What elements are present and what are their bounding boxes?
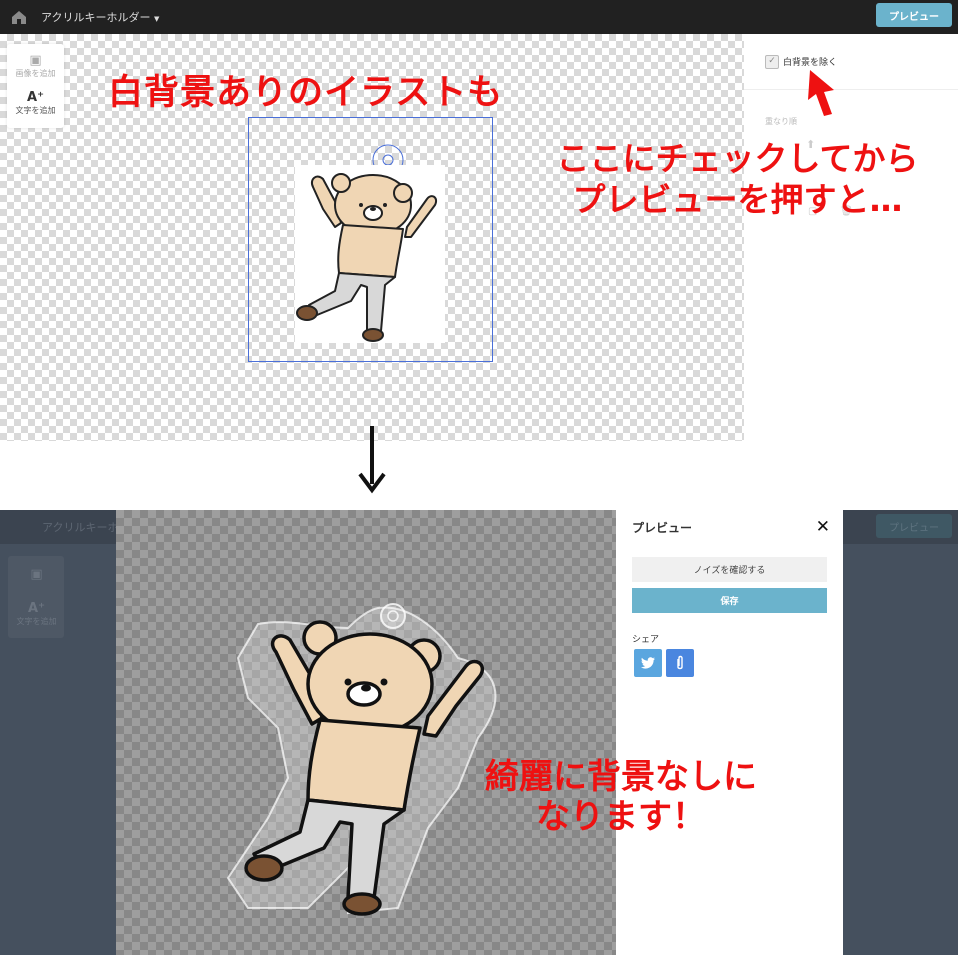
text-add-icon: A⁺ [28, 601, 45, 616]
stack-order-label: 重なり順 [765, 117, 797, 126]
text-add-icon: A⁺ [27, 90, 44, 105]
image-add-icon: ▣ [30, 567, 43, 582]
settings-panel: ✓ 白背景を除く 重なり順 ⬆ ▢ 🗑 [744, 34, 958, 441]
dimmed-add-text-tool: A⁺ 文字を追加 [8, 602, 65, 627]
twitter-icon [641, 657, 655, 669]
preview-modal: プレビュー ✕ ノイズを確認する 保存 シェア [616, 510, 843, 955]
add-image-label: 画像を追加 [15, 69, 56, 78]
result-caption: 綺麗に背景なしに なります！ [476, 757, 766, 837]
add-image-tool[interactable]: ▣ 画像を追加 [7, 54, 64, 79]
home-icon[interactable] [10, 8, 28, 26]
remove-white-bg-label: 白背景を除く [783, 58, 838, 68]
clip-share-button[interactable] [666, 649, 694, 677]
top-bar: アクリルキーホルダー ▼ プレビュー [0, 0, 958, 34]
down-arrow-icon [358, 426, 386, 494]
result-line-1: 綺麗に背景なしに [485, 757, 757, 797]
add-text-label: 文字を追加 [15, 106, 56, 115]
dimmed-preview-button: プレビュー [876, 514, 952, 538]
save-button[interactable]: 保存 [632, 588, 827, 613]
modal-title: プレビュー [632, 521, 693, 535]
instruction-line-1: ここにチェックしてから [556, 139, 919, 178]
clip-icon [677, 655, 683, 670]
check-noise-button[interactable]: ノイズを確認する [632, 557, 827, 582]
bear-acrylic-preview [226, 603, 497, 916]
red-arrow-icon [808, 70, 834, 116]
instruction-line-2: プレビューを押すと… [572, 180, 903, 219]
dimmed-tool-palette: ▣ A⁺ 文字を追加 [8, 556, 64, 638]
divider [744, 89, 958, 90]
dimmed-add-text-label: 文字を追加 [16, 617, 57, 626]
tool-palette: ▣ 画像を追加 A⁺ 文字を追加 [7, 44, 64, 128]
twitter-share-button[interactable] [634, 649, 662, 677]
result-line-2: なります！ [536, 797, 706, 837]
preview-button[interactable]: プレビュー [876, 3, 952, 27]
caption-with-white-bg: 白背景ありのイラストも [108, 73, 504, 113]
bear-illustration-with-white-bg[interactable] [295, 165, 445, 343]
add-text-tool[interactable]: A⁺ 文字を追加 [7, 91, 64, 116]
bear-icon [296, 173, 437, 342]
instruction-caption: ここにチェックしてから プレビューを押すと… [540, 138, 935, 220]
close-icon[interactable]: ✕ [816, 517, 830, 537]
chevron-down-icon: ▼ [153, 15, 160, 23]
dimmed-add-image-tool: ▣ [8, 568, 65, 582]
remove-white-bg-checkbox[interactable]: ✓ [765, 55, 779, 69]
image-add-icon: ▣ [29, 53, 42, 68]
share-label: シェア [632, 635, 660, 645]
app-title-dropdown[interactable]: アクリルキーホルダー ▼ [41, 9, 159, 25]
